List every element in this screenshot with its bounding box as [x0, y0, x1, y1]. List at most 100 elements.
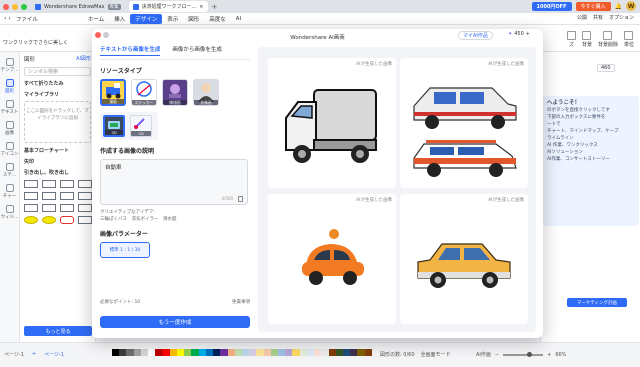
beautify-label[interactable]: ワンクリックでさらに美しく [3, 39, 68, 46]
color-swatch[interactable] [126, 349, 134, 356]
zoom-window-button[interactable] [21, 3, 27, 10]
rail-text[interactable]: テキスト [0, 100, 19, 115]
shape-item[interactable] [42, 180, 56, 188]
style-portrait[interactable]: 肖像画 [193, 79, 219, 106]
menu-advanced[interactable]: 高度な [204, 14, 231, 24]
shape-search-input[interactable]: シンボル検索 [24, 67, 91, 76]
ribbon-remove-bg[interactable]: 背景削除 [598, 31, 618, 48]
shape-item[interactable] [78, 192, 92, 200]
clear-prompt-icon[interactable] [238, 196, 243, 202]
buy-button[interactable]: 今すぐ購入 [575, 1, 611, 11]
close-tab-icon[interactable]: × [199, 4, 203, 10]
rail-widgets[interactable]: ウィジ... [0, 205, 19, 220]
color-swatch[interactable] [270, 349, 279, 356]
shape-item[interactable] [78, 180, 92, 188]
color-swatch[interactable] [112, 349, 120, 356]
shape-item[interactable] [60, 216, 74, 224]
basic-flowchart-header[interactable]: 基本フローチャート [24, 147, 91, 154]
shape-item[interactable] [42, 192, 56, 200]
back-icon[interactable]: ‹ [4, 15, 6, 22]
add-page-button[interactable]: + [32, 351, 36, 358]
my-ai-work-button[interactable]: マイAI作品 [458, 31, 493, 40]
color-swatch[interactable] [169, 349, 177, 356]
ideas-list[interactable]: 三輪ぽくバス 涼気ボイラー 滑水艇 [100, 216, 250, 223]
shape-item[interactable] [24, 180, 38, 188]
close-window-button[interactable] [3, 3, 9, 10]
result-image-4[interactable]: AIが生成した画像 [400, 194, 528, 324]
zoom-handle[interactable] [527, 351, 533, 357]
arrows-header[interactable]: 矢印 [24, 158, 91, 165]
menu-insert[interactable]: 挿入 [109, 14, 130, 24]
color-swatch[interactable] [176, 349, 185, 356]
style-sticker[interactable]: ステッカー [131, 79, 157, 106]
color-swatch[interactable] [227, 349, 235, 356]
color-swatch[interactable] [306, 349, 315, 356]
prompt-input[interactable]: 自動車 4/500 [100, 159, 248, 205]
menu-design[interactable]: デザイン [130, 13, 163, 24]
rail-icons[interactable]: アイコン [0, 142, 19, 157]
ai-shapes-button[interactable]: AI図形 [76, 55, 91, 63]
color-swatch[interactable] [357, 349, 365, 356]
color-swatch[interactable] [119, 349, 127, 356]
style-cartoon[interactable]: 漫画 [100, 79, 126, 106]
ai-panel-label[interactable]: AI作画 [476, 351, 491, 358]
minimize-window-button[interactable] [12, 3, 18, 10]
color-swatch[interactable] [220, 349, 228, 356]
bell-icon[interactable]: 🔔 [615, 3, 622, 10]
zoom-in-icon[interactable]: + [547, 352, 551, 358]
tab-image-to-image[interactable]: 画像から画像を生成 [172, 45, 222, 56]
color-swatch[interactable] [249, 349, 257, 356]
color-swatch[interactable] [213, 349, 221, 356]
marketing-plan-button[interactable]: マーケティング計画 [567, 298, 627, 307]
current-page-tab[interactable]: ページ-1 [44, 351, 64, 358]
menu-view[interactable]: 表示 [162, 14, 183, 24]
zoom-slider[interactable] [503, 351, 544, 357]
style-line-art[interactable]: 線描画 [162, 79, 188, 106]
rail-shapes[interactable]: 図形 [0, 79, 19, 94]
color-swatch[interactable] [350, 349, 358, 356]
points-badge[interactable]: 460 [597, 64, 615, 72]
fullscreen-button[interactable]: 全画面モード [421, 351, 451, 358]
shape-item[interactable] [42, 204, 56, 212]
offer-button[interactable]: 1000円OFF [531, 1, 572, 11]
options-button[interactable]: オプション [609, 14, 634, 21]
zoom-level[interactable]: 66% [555, 352, 566, 358]
tab-document[interactable]: 決済処理ワークフロー... × [128, 1, 208, 12]
sub-style-2d[interactable]: 2D [130, 115, 152, 137]
add-credits-icon[interactable]: + [526, 31, 530, 37]
rail-images[interactable]: 画像 [0, 121, 19, 136]
shape-item[interactable] [60, 192, 74, 200]
color-swatch[interactable] [314, 349, 322, 356]
ribbon-background[interactable]: 背景 [582, 31, 592, 48]
shape-item[interactable] [60, 180, 74, 188]
shape-item[interactable] [42, 216, 56, 224]
page-selector[interactable]: ページ-1 [4, 351, 24, 358]
avatar[interactable]: W [626, 1, 636, 11]
tab-text-to-image[interactable]: テキストから画像を生成 [100, 45, 161, 56]
new-tab-button[interactable]: + [212, 3, 218, 11]
menu-file[interactable]: ファイル [11, 14, 43, 24]
color-swatch[interactable] [191, 349, 199, 356]
credits-display[interactable]: ✦ 450 + [508, 31, 530, 37]
color-swatch[interactable] [162, 349, 170, 356]
sub-style-3d[interactable]: 3D [103, 115, 125, 137]
color-swatch[interactable] [278, 349, 286, 356]
library-dropzone[interactable]: ここに図形をドラッグして、マイライブラリに追加 [24, 101, 91, 143]
color-swatch[interactable] [155, 349, 163, 356]
color-swatch[interactable] [285, 349, 293, 356]
shape-item[interactable] [24, 204, 38, 212]
result-image-2[interactable]: AIが生成した画像 [400, 58, 528, 188]
shape-item[interactable] [78, 204, 92, 212]
show-more-button[interactable]: もっと見る [24, 326, 92, 336]
zoom-out-icon[interactable]: − [495, 352, 499, 358]
color-swatch[interactable] [256, 349, 264, 356]
share-button[interactable]: 共有 [593, 14, 603, 21]
ribbon-unit[interactable]: 単位 [624, 31, 634, 48]
shape-item[interactable] [60, 204, 74, 212]
color-swatch[interactable] [241, 349, 250, 356]
regenerate-button[interactable]: もう一度作成 [100, 316, 250, 328]
menu-home[interactable]: ホーム [83, 14, 109, 24]
color-swatch[interactable] [205, 349, 214, 356]
result-image-1[interactable]: AIが生成した画像 [268, 58, 396, 188]
color-swatch[interactable] [343, 349, 351, 356]
